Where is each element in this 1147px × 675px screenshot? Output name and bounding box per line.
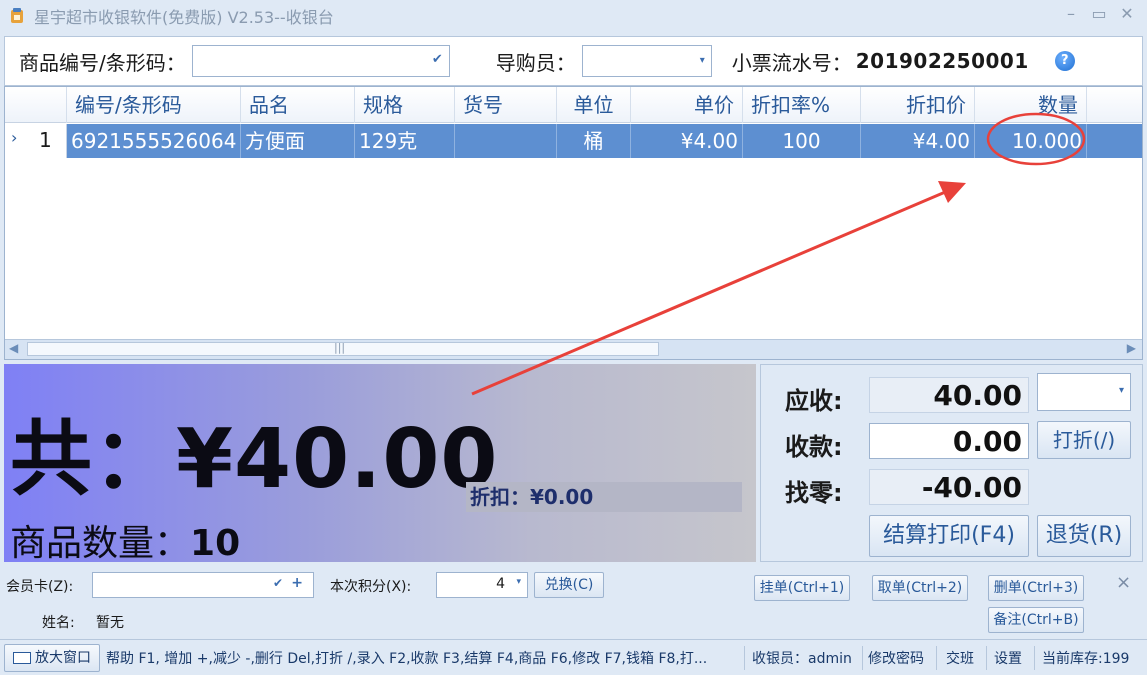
change-label: 找零: — [785, 479, 843, 507]
barcode-combo[interactable]: ✔ — [191, 45, 450, 77]
product-grid: 编号/条形码 品名 规格 货号 单位 单价 折扣率% 折扣价 数量 › 1 69… — [4, 86, 1143, 360]
delete-order-button[interactable]: 删单(Ctrl+3) — [988, 575, 1084, 601]
cell-discount-rate[interactable]: 100 — [743, 124, 861, 158]
payment-method-select[interactable]: ▾ — [1037, 373, 1131, 411]
separator — [936, 646, 937, 670]
member-section: 会员卡(Z): ✔ + 本次积分(X): 4 ▾ 兑换(C) 姓名: 暂无 挂单… — [0, 566, 1147, 636]
cell-quantity[interactable]: 10.000 — [975, 124, 1087, 158]
cell-unit[interactable]: 桶 — [557, 124, 631, 158]
dropdown-arrow-icon[interactable]: ▾ — [516, 577, 521, 587]
due-amount: 40.00 — [869, 377, 1029, 413]
item-count-label: 商品数量： — [10, 523, 191, 564]
row-selector[interactable]: › 1 — [5, 124, 67, 158]
discount-button[interactable]: 打折(/) — [1037, 421, 1131, 459]
item-count-value: 10 — [190, 523, 241, 564]
name-label: 姓名: — [42, 615, 75, 631]
grid-header: 编号/条形码 品名 规格 货号 单位 单价 折扣率% 折扣价 数量 — [5, 87, 1142, 123]
add-member-icon[interactable]: + — [291, 575, 303, 591]
col-unit[interactable]: 单位 — [557, 87, 631, 123]
points-value: 4 — [496, 576, 505, 592]
cell-barcode[interactable]: 6921555526064 — [67, 124, 241, 158]
name-value: 暂无 — [96, 615, 124, 631]
ticket-number: 201902250001 — [855, 49, 1029, 73]
col-discount-price[interactable]: 折扣价 — [861, 87, 975, 123]
window-icon — [13, 652, 31, 664]
grand-total: 共：¥40.00 — [10, 412, 499, 507]
horizontal-scrollbar[interactable]: ◀ ||| ▶ — [5, 339, 1142, 359]
cashier-info: 收银员：admin — [752, 651, 852, 667]
dropdown-arrow-icon[interactable]: ▾ — [1119, 385, 1124, 396]
discount-total: 折扣：¥0.00 — [466, 482, 742, 512]
title-bar: 星宇超市收银软件(免费版) V2.53--收银台 – ▭ ✕ — [0, 0, 1147, 32]
row-number: 1 — [39, 128, 52, 152]
scroll-left-icon[interactable]: ◀ — [9, 341, 18, 355]
col-name[interactable]: 品名 — [241, 87, 355, 123]
col-discount-rate[interactable]: 折扣率% — [743, 87, 861, 123]
col-quantity[interactable]: 数量 — [975, 87, 1087, 123]
change-password-link[interactable]: 修改密码 — [868, 648, 924, 668]
cell-name[interactable]: 方便面 — [241, 124, 355, 158]
shift-change-link[interactable]: 交班 — [946, 648, 974, 668]
due-label: 应收: — [785, 387, 843, 415]
separator — [862, 646, 863, 670]
col-price[interactable]: 单价 — [631, 87, 743, 123]
separator — [986, 646, 987, 670]
paid-label: 收款: — [785, 433, 843, 461]
row-pointer-icon: › — [11, 128, 18, 147]
cell-item-no[interactable] — [455, 124, 557, 158]
chevron-down-icon[interactable]: ✔ — [432, 52, 443, 67]
window-title: 星宇超市收银软件(免费版) V2.53--收银台 — [34, 8, 334, 27]
status-bar: 放大窗口 帮助 F1, 增加 +,减少 -,删行 Del,打折 /,录入 F2,… — [0, 639, 1147, 675]
points-label: 本次积分(X): — [330, 579, 412, 595]
member-card-combo[interactable]: ✔ + — [92, 572, 314, 598]
barcode-label: 商品编号/条形码： — [19, 50, 186, 75]
col-spec[interactable]: 规格 — [355, 87, 455, 123]
zoom-window-label: 放大窗口 — [35, 650, 91, 666]
minimize-button[interactable]: – — [1060, 4, 1082, 23]
top-input-bar: 商品编号/条形码： ✔ 导购员： ▾ 小票流水号： 201902250001 ? — [4, 36, 1143, 86]
checkout-print-button[interactable]: 结算打印(F4) — [869, 515, 1029, 557]
payment-panel: 应收: 40.00 ▾ 收款: 0.00 打折(/) 找零: -40.00 结算… — [760, 364, 1143, 562]
cell-spec[interactable]: 129克 — [355, 124, 455, 158]
app-logo-icon — [11, 8, 23, 23]
fetch-order-button[interactable]: 取单(Ctrl+2) — [872, 575, 968, 601]
hold-order-button[interactable]: 挂单(Ctrl+1) — [754, 575, 850, 601]
dropdown-arrow-icon[interactable]: ▾ — [700, 55, 705, 66]
separator — [744, 646, 745, 670]
stock-info: 当前库存:199 — [1042, 651, 1130, 667]
check-icon[interactable]: ✔ — [273, 576, 283, 590]
header-corner — [5, 87, 67, 123]
zoom-window-button[interactable]: 放大窗口 — [4, 644, 100, 672]
separator — [1034, 646, 1035, 670]
item-count: 商品数量：10 — [10, 514, 240, 566]
scroll-grip: ||| — [334, 341, 346, 354]
cell-discount-price[interactable]: ¥4.00 — [861, 124, 975, 158]
close-button[interactable]: ✕ — [1116, 4, 1138, 23]
ticket-label: 小票流水号： — [731, 50, 852, 75]
settings-link[interactable]: 设置 — [994, 648, 1022, 668]
scroll-right-icon[interactable]: ▶ — [1127, 341, 1136, 355]
change-amount: -40.00 — [869, 469, 1029, 505]
redeem-button[interactable]: 兑换(C) — [534, 572, 604, 598]
cell-price[interactable]: ¥4.00 — [631, 124, 743, 158]
maximize-button[interactable]: ▭ — [1088, 4, 1110, 23]
help-hint: 帮助 F1, 增加 +,减少 -,删行 Del,打折 /,录入 F2,收款 F3… — [106, 651, 708, 667]
note-button[interactable]: 备注(Ctrl+B) — [988, 607, 1084, 633]
points-stepper[interactable]: 4 ▾ — [436, 572, 528, 598]
table-row[interactable]: 6921555526064 方便面 129克 桶 ¥4.00 100 ¥4.00… — [67, 124, 1142, 158]
col-barcode[interactable]: 编号/条形码 — [67, 87, 241, 123]
guide-combo[interactable]: ▾ — [581, 45, 712, 77]
help-icon[interactable]: ? — [1054, 51, 1075, 71]
close-panel-icon[interactable]: × — [1116, 572, 1131, 593]
member-card-label: 会员卡(Z): — [6, 579, 74, 595]
col-item-no[interactable]: 货号 — [455, 87, 557, 123]
total-panel: 共：¥40.00 折扣：¥0.00 商品数量：10 — [4, 364, 756, 564]
paid-input[interactable]: 0.00 — [869, 423, 1029, 459]
scroll-thumb[interactable]: ||| — [27, 341, 659, 356]
guide-label: 导购员： — [495, 50, 576, 75]
return-button[interactable]: 退货(R) — [1037, 515, 1131, 557]
